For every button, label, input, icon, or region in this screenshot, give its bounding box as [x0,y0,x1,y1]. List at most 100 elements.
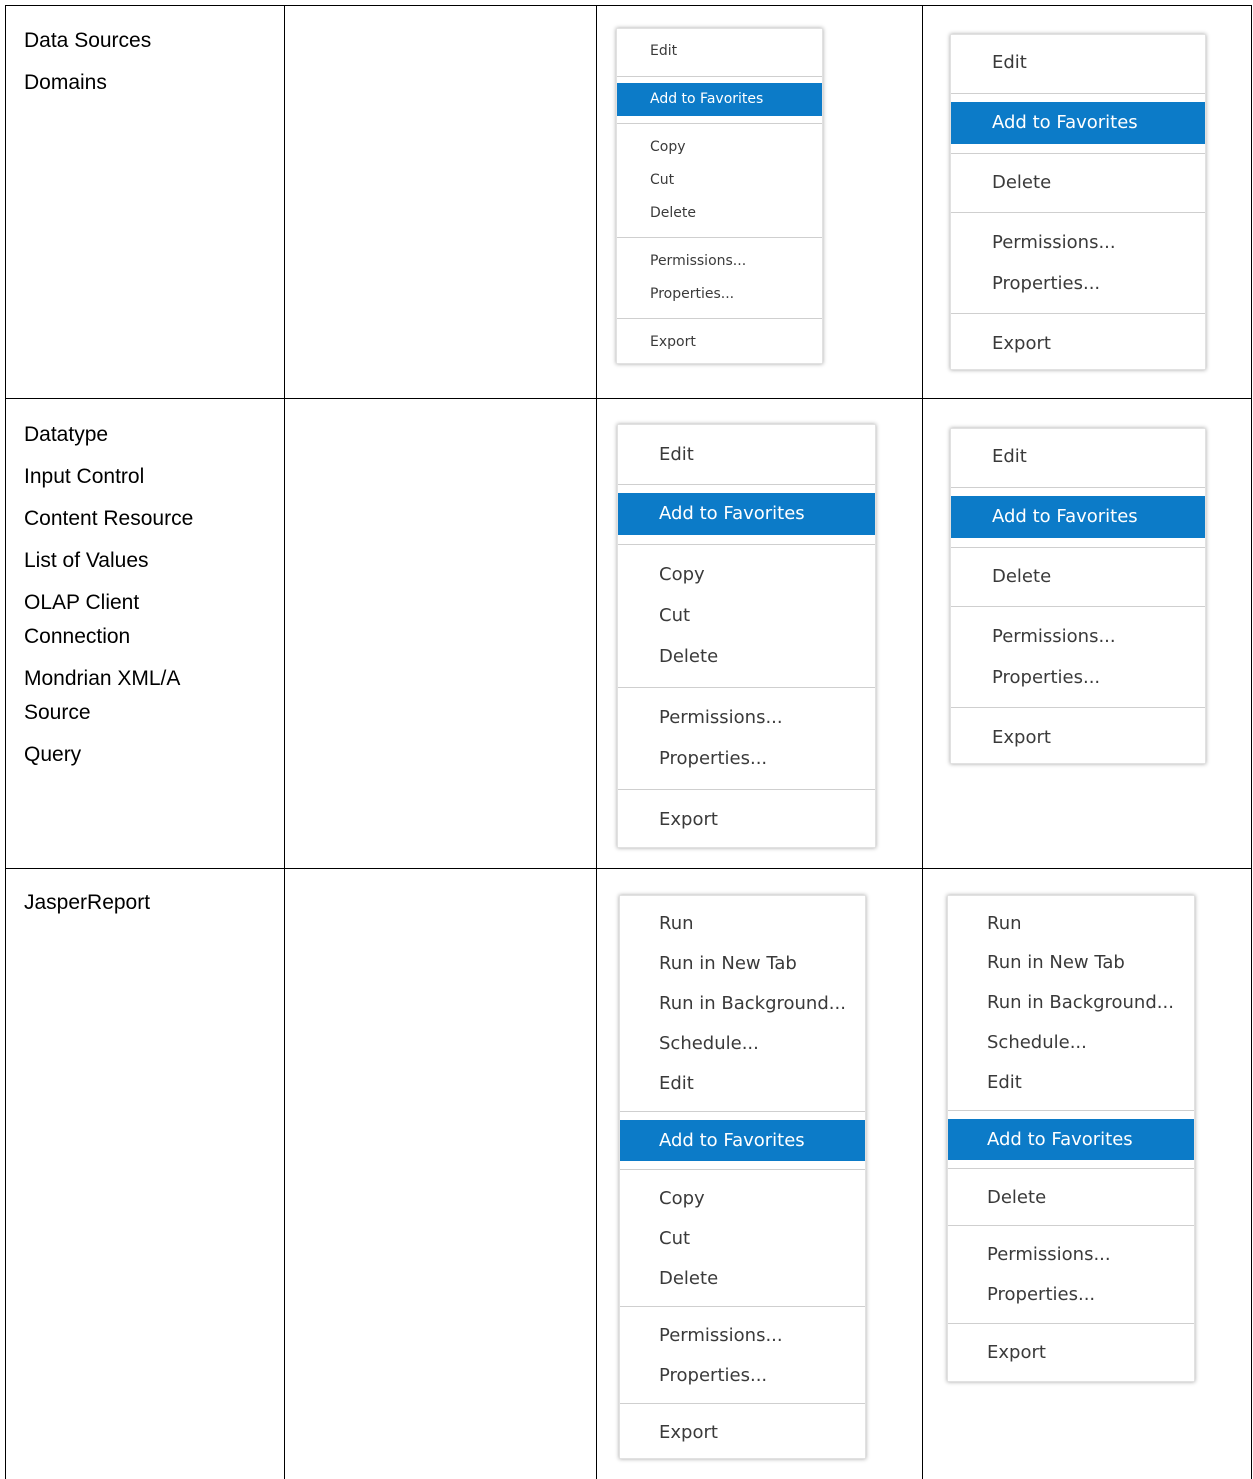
menu-item-edit[interactable]: Edit [618,444,875,465]
menu-separator [620,1169,865,1170]
menu-item-add-to-favorites[interactable]: Add to Favorites [620,1120,865,1161]
context-menu-full: Edit Add to Favorites Copy Cut Delete Pe… [617,424,876,848]
menu-item-export[interactable]: Export [951,333,1205,354]
menu-item-export[interactable]: Export [618,809,875,830]
menu-item-properties[interactable]: Properties... [948,1284,1194,1305]
menu-item-edit[interactable]: Edit [617,43,822,59]
menu-item-edit[interactable]: Edit [951,52,1205,73]
resource-type-list: JasperReport [24,886,264,928]
menu-separator [617,123,822,124]
menu-item-add-to-favorites[interactable]: Add to Favorites [617,83,822,116]
context-menu-table: Data Sources Domains Datatype Input Cont… [0,0,1253,1479]
menu-item-add-to-favorites[interactable]: Add to Favorites [951,102,1205,144]
menu-item-delete[interactable]: Delete [951,566,1205,587]
menu-item-copy[interactable]: Copy [618,564,875,585]
resource-type-list: Datatype Input Control Content Resource … [24,418,264,780]
menu-item-delete[interactable]: Delete [951,172,1205,193]
menu-item-cut[interactable]: Cut [620,1228,865,1249]
menu-item-add-to-favorites[interactable]: Add to Favorites [951,496,1205,538]
menu-separator [618,789,875,790]
menu-separator [620,1306,865,1307]
menu-item-export[interactable]: Export [951,727,1205,748]
menu-separator [951,212,1205,213]
resource-type: Data Sources [24,29,152,52]
resource-type: OLAP Client Connection [24,591,140,648]
menu-item-run[interactable]: Run [948,913,1194,934]
menu-separator [948,1225,1194,1226]
menu-separator [620,1111,865,1112]
menu-separator [617,237,822,238]
resource-type: Query [24,743,82,766]
table-border-top [5,5,1252,6]
menu-item-cut[interactable]: Cut [617,172,822,188]
menu-item-permissions[interactable]: Permissions... [951,626,1205,647]
menu-item-run-in-new-tab[interactable]: Run in New Tab [948,952,1194,973]
menu-item-export[interactable]: Export [617,334,822,350]
menu-item-run-in-new-tab[interactable]: Run in New Tab [620,953,865,974]
context-menu-report-reduced: Run Run in New Tab Run in Background... … [947,895,1195,1382]
context-menu-full: Edit Add to Favorites Copy Cut Delete Pe… [616,28,823,364]
resource-type: JasperReport [24,891,151,914]
resource-type-list: Data Sources Domains [24,24,264,108]
menu-item-permissions[interactable]: Permissions... [620,1325,865,1346]
resource-type: Datatype [24,423,109,446]
menu-separator [951,547,1205,548]
menu-separator [948,1168,1194,1169]
table-border-right [1251,5,1252,1479]
context-menu-reduced: Edit Add to Favorites Delete Permissions… [950,34,1206,370]
menu-separator [951,93,1205,94]
menu-separator [951,487,1205,488]
menu-separator [618,484,875,485]
resource-type: Mondrian XML/A Source [24,667,180,724]
menu-item-add-to-favorites[interactable]: Add to Favorites [618,493,875,535]
menu-item-properties[interactable]: Properties... [620,1365,865,1386]
table-column-divider [596,5,597,1479]
resource-type: Domains [24,71,107,94]
menu-separator [951,606,1205,607]
menu-separator [951,153,1205,154]
menu-item-run[interactable]: Run [620,913,865,934]
menu-item-delete[interactable]: Delete [618,646,875,667]
table-row-divider [5,868,1252,869]
resource-type: Input Control [24,465,145,488]
table-row-divider [5,398,1252,399]
menu-separator [617,318,822,319]
menu-item-permissions[interactable]: Permissions... [617,253,822,269]
menu-item-run-in-background[interactable]: Run in Background... [620,993,865,1014]
menu-item-properties[interactable]: Properties... [951,667,1205,688]
menu-item-export[interactable]: Export [948,1342,1194,1363]
menu-item-edit[interactable]: Edit [951,446,1205,467]
menu-separator [618,544,875,545]
context-menu-reduced: Edit Add to Favorites Delete Permissions… [950,428,1206,764]
menu-item-copy[interactable]: Copy [617,139,822,155]
menu-separator [620,1403,865,1404]
menu-item-permissions[interactable]: Permissions... [948,1244,1194,1265]
resource-type: Content Resource [24,507,194,530]
menu-item-properties[interactable]: Properties... [951,273,1205,294]
context-menu-report-full: Run Run in New Tab Run in Background... … [619,895,866,1459]
menu-separator [948,1110,1194,1111]
menu-item-delete[interactable]: Delete [948,1187,1194,1208]
menu-item-properties[interactable]: Properties... [617,286,822,302]
menu-item-copy[interactable]: Copy [620,1188,865,1209]
menu-item-schedule[interactable]: Schedule... [620,1033,865,1054]
menu-item-edit[interactable]: Edit [620,1073,865,1094]
menu-item-add-to-favorites[interactable]: Add to Favorites [948,1119,1194,1160]
menu-separator [618,687,875,688]
menu-item-run-in-background[interactable]: Run in Background... [948,992,1194,1013]
menu-item-edit[interactable]: Edit [948,1072,1194,1093]
menu-item-schedule[interactable]: Schedule... [948,1032,1194,1053]
menu-item-delete[interactable]: Delete [620,1268,865,1289]
menu-item-cut[interactable]: Cut [618,605,875,626]
menu-item-permissions[interactable]: Permissions... [618,707,875,728]
menu-separator [617,76,822,77]
menu-item-permissions[interactable]: Permissions... [951,232,1205,253]
menu-item-properties[interactable]: Properties... [618,748,875,769]
menu-item-export[interactable]: Export [620,1422,865,1443]
menu-separator [948,1323,1194,1324]
table-column-divider [922,5,923,1479]
menu-item-delete[interactable]: Delete [617,205,822,221]
table-border-left [5,5,6,1479]
table-column-divider [284,5,285,1479]
resource-type: List of Values [24,549,149,572]
